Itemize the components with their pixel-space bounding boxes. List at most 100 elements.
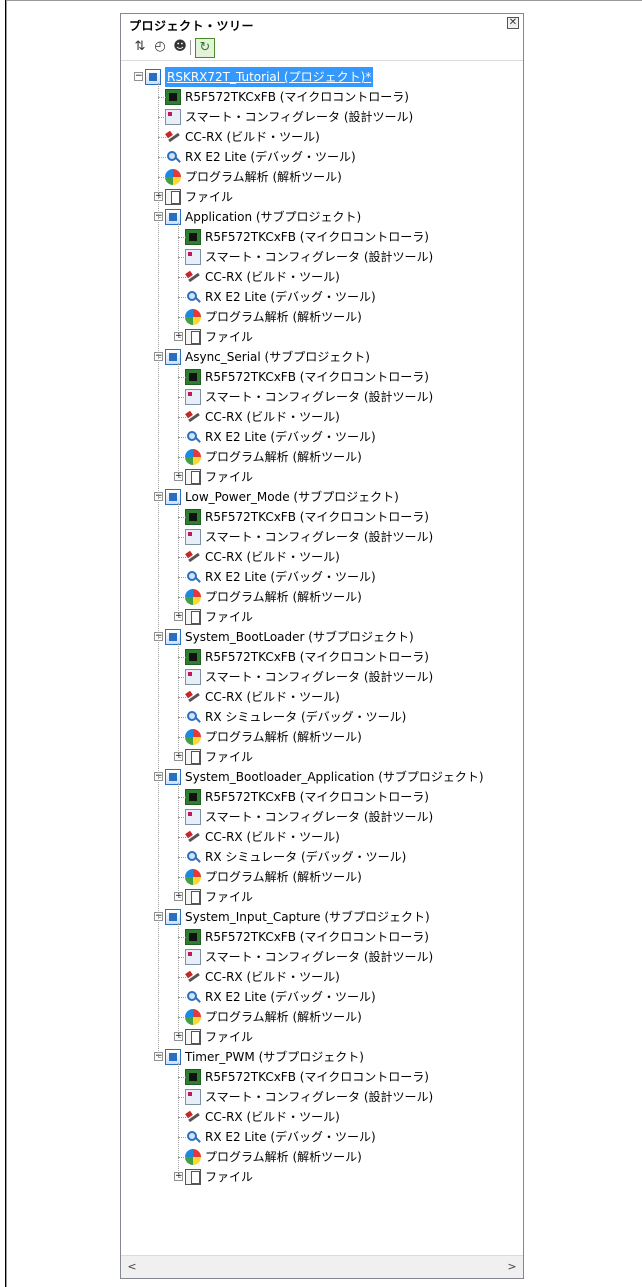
analysis-tool-icon: [185, 309, 201, 325]
tree-item-label: ファイル: [205, 890, 254, 904]
sort-icon[interactable]: ⇅: [131, 38, 149, 56]
scroll-left-icon[interactable]: <: [123, 1258, 141, 1276]
tree-item-label: スマート・コンフィグレータ (設計ツール): [205, 670, 434, 684]
tree-item-label: ファイル: [205, 750, 254, 764]
smart-configurator-icon: [165, 109, 181, 125]
smart-configurator-icon: [185, 249, 201, 265]
tree-item-label: CC-RX (ビルド・ツール): [205, 830, 340, 844]
tree-item-label: R5F572TKCxFB (マイクロコントローラ): [205, 230, 429, 244]
tree-item-label: RX シミュレータ (デバッグ・ツール): [205, 850, 407, 864]
tree-connector: [178, 1157, 186, 1158]
tree-connector: [178, 363, 179, 477]
build-tool-icon: [185, 549, 201, 565]
build-tool-icon: [185, 829, 201, 845]
debug-tool-icon: [185, 429, 201, 445]
tree-item-label: CC-RX (ビルド・ツール): [185, 130, 320, 144]
debug-tool-icon: [185, 569, 201, 585]
tree-connector: [178, 223, 179, 337]
file-icon: [185, 889, 201, 905]
tree-item-label: スマート・コンフィグレータ (設計ツール): [205, 530, 434, 544]
tree-connector: [178, 297, 186, 298]
tree-item-label: ファイル: [205, 1030, 254, 1044]
user-icon[interactable]: ☻: [171, 38, 189, 56]
tree-item-label: R5F572TKCxFB (マイクロコントローラ): [205, 650, 429, 664]
build-tool-icon: [185, 969, 201, 985]
tree-item-label: Timer_PWM (サブプロジェクト): [185, 1050, 364, 1064]
tree-item-label: Async_Serial (サブプロジェクト): [185, 350, 370, 364]
tree-item-label: ファイル: [205, 330, 254, 344]
tree-connector: [178, 1063, 179, 1177]
tree-item-label: Low_Power_Mode (サブプロジェクト): [185, 490, 399, 504]
file-icon: [185, 749, 201, 765]
file-icon: [185, 469, 201, 485]
properties-icon[interactable]: ◴: [151, 38, 169, 56]
tree-connector: [178, 417, 186, 418]
microcontroller-icon: [185, 1069, 201, 1085]
build-tool-icon: [185, 269, 201, 285]
tree-connector: [178, 617, 180, 618]
tree-connector: [178, 1177, 180, 1178]
microcontroller-icon: [165, 89, 181, 105]
tree-item-label: スマート・コンフィグレータ (設計ツール): [205, 1090, 434, 1104]
tree-connector: [178, 677, 186, 678]
tree-item-label: プログラム解析 (解析ツール): [205, 1010, 362, 1024]
debug-tool-icon: [165, 149, 181, 165]
tree-item-label: スマート・コンフィグレータ (設計ツール): [205, 390, 434, 404]
tree-item-label: ファイル: [205, 1170, 254, 1184]
tree-connector: [178, 1117, 186, 1118]
tree-item-label: ファイル: [185, 190, 234, 204]
tree-item-label: CC-RX (ビルド・ツール): [205, 410, 340, 424]
debug-tool-icon: [185, 289, 201, 305]
scrollbar-track[interactable]: [143, 1259, 499, 1274]
tree-connector: [158, 177, 166, 178]
project-tree: − RSKRX72T_Tutorial (プロジェクト)* R5F572TKCxFB…: [121, 64, 523, 1254]
tree-connector: [178, 503, 179, 617]
collapse-icon[interactable]: −: [134, 72, 143, 81]
close-icon[interactable]: ✕: [507, 17, 519, 29]
tree-item-label: R5F572TKCxFB (マイクロコントローラ): [205, 790, 429, 804]
tree-connector: [158, 157, 166, 158]
tree-connector: [178, 877, 186, 878]
smart-configurator-icon: [185, 669, 201, 685]
refresh-icon[interactable]: ↻: [195, 38, 215, 58]
panel-titlebar: プロジェクト・ツリー ✕: [121, 14, 523, 34]
smart-configurator-icon: [185, 389, 201, 405]
tree-connector: [178, 337, 180, 338]
tree-connector: [178, 957, 186, 958]
tree-connector: [158, 1057, 160, 1058]
microcontroller-icon: [185, 649, 201, 665]
analysis-tool-icon: [165, 169, 181, 185]
smart-configurator-icon: [185, 529, 201, 545]
build-tool-icon: [185, 1109, 201, 1125]
horizontal-scrollbar[interactable]: < >: [121, 1255, 523, 1278]
tree-connector: [178, 817, 186, 818]
tree-connector: [178, 237, 186, 238]
tree-connector: [178, 457, 186, 458]
smart-configurator-icon: [185, 1089, 201, 1105]
tree-item-label: RX E2 Lite (デバッグ・ツール): [205, 990, 376, 1004]
tree-connector: [178, 517, 186, 518]
tree-connector: [178, 977, 186, 978]
tree-item-label: RX E2 Lite (デバッグ・ツール): [205, 570, 376, 584]
tree-item-label: RX E2 Lite (デバッグ・ツール): [205, 1130, 376, 1144]
tree-connector: [178, 737, 186, 738]
tree-connector: [178, 757, 180, 758]
tree-item-label: R5F572TKCxFB (マイクロコントローラ): [205, 510, 429, 524]
build-tool-icon: [185, 409, 201, 425]
analysis-tool-icon: [185, 729, 201, 745]
tree-item-label: RX シミュレータ (デバッグ・ツール): [205, 710, 407, 724]
tree-item-label: ファイル: [205, 470, 254, 484]
tree-item-label: RX E2 Lite (デバッグ・ツール): [185, 150, 356, 164]
tree-connector: [178, 1017, 186, 1018]
debug-tool-icon: [185, 989, 201, 1005]
tree-connector: [178, 397, 186, 398]
microcontroller-icon: [185, 229, 201, 245]
panel-toolbar: ⇅ ◴ ☻ ↻: [121, 34, 523, 61]
tree-connector: [178, 257, 186, 258]
debug-tool-icon: [185, 1129, 201, 1145]
tree-connector: [178, 377, 186, 378]
tree-item-label: Application (サブプロジェクト): [185, 210, 362, 224]
smart-configurator-icon: [185, 809, 201, 825]
project-tree-panel: プロジェクト・ツリー ✕ ⇅ ◴ ☻ ↻ − RSKRX72T_Tutorial …: [120, 13, 524, 1279]
scroll-right-icon[interactable]: >: [503, 1258, 521, 1276]
